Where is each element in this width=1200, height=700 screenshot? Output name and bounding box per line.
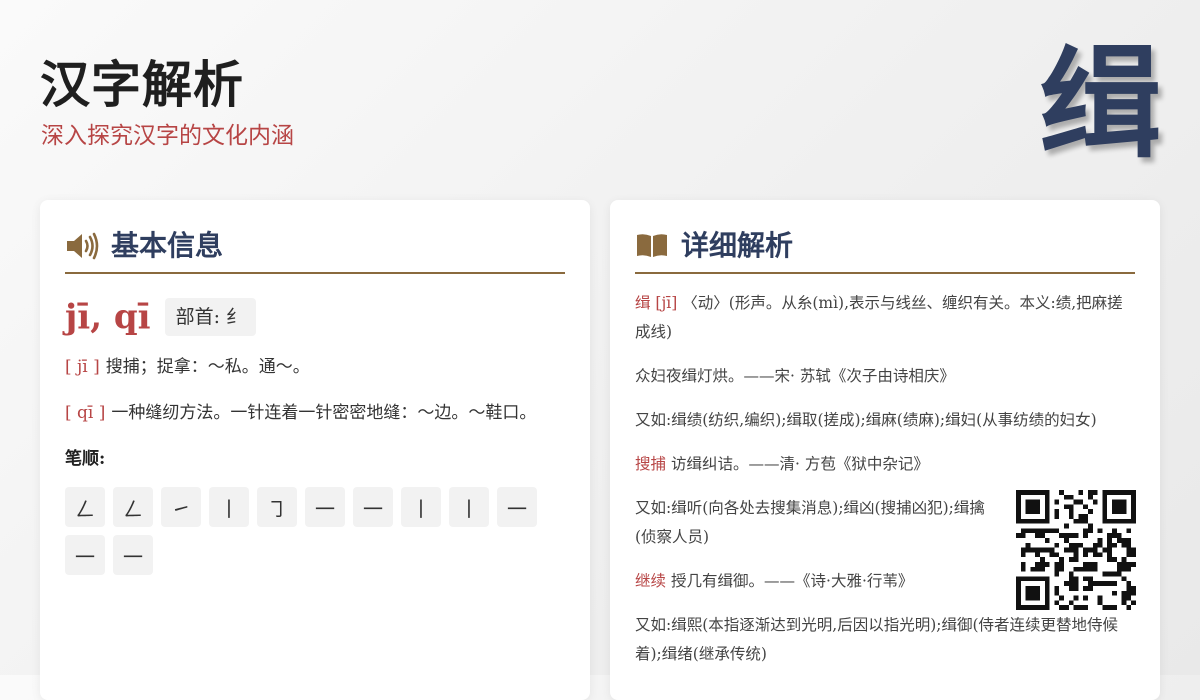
stroke-item: ㇀ [161,487,201,527]
definition-pinyin: [ qī ] [65,403,106,423]
page-subtitle: 深入探究汉字的文化内涵 [41,123,294,149]
stroke-item: ㄥ [113,487,153,527]
detail-title: 详细解析 [681,229,794,262]
detail-card: 详细解析 缉 [jī] 〈动〉(形声。从糸(mì),表示与线丝、缠织有关。本义:绩… [610,200,1160,700]
page-title: 汉字解析 [40,55,244,114]
definition-qi: [ qī ] 一种缝纫方法。一针连着一针密密地缝：～边。～鞋口。 [65,399,565,427]
detail-entry: 缉 [jī] 〈动〉(形声。从糸(mì),表示与线丝、缠织有关。本义:绩,把麻搓成… [635,289,1135,347]
detail-example: 又如:缉听(向各处去搜集消息);缉凶(搜捕凶犯);缉擒(侦察人员) [635,499,985,546]
pinyin: jī, qī [65,297,151,337]
radical-badge: 部首: 纟 [164,298,257,336]
stroke-item: 一 [353,487,393,527]
stroke-order-list: ㄥ ㄥ ㇀ 丨 ㇆ 一 一 丨 丨 一 一 一 [65,487,565,583]
stroke-item: 一 [305,487,345,527]
detail-entry: 搜捕 访缉纠诘。——清· 方苞《狱中杂记》 [635,450,1135,479]
detail-text: 授几有缉御。——《诗·大雅·行苇》 [671,572,914,590]
detail-highlight: 继续 [635,572,667,590]
basic-info-header: 基本信息 [65,228,565,274]
definition-ji: [ jī ] 搜捕；捉拿：～私。通～。 [65,353,565,381]
definition-text: 一种缝纫方法。一针连着一针密密地缝：～边。～鞋口。 [111,403,537,423]
stroke-item: 丨 [449,487,489,527]
detail-example: 又如:缉熙(本指逐渐达到光明,后因以指光明);缉御(侍者连续更替地侍候着);缉绪… [635,616,1119,663]
pinyin-row: jī, qī 部首: 纟 [65,294,565,340]
speaker-icon [65,231,101,261]
detail-highlight: 缉 [jī] [635,294,678,312]
stroke-order-label: 笔顺: [65,449,106,469]
detail-example: 又如:缉绩(纺织,编织);缉取(搓成);缉麻(绩麻);缉妇(从事纺绩的妇女) [635,411,1097,429]
detail-header: 详细解析 [635,228,1135,274]
stroke-item: 一 [497,487,537,527]
book-icon [635,231,671,261]
stroke-item: 一 [113,535,153,575]
stroke-item: ㇆ [257,487,297,527]
basic-info-card: 基本信息 jī, qī 部首: 纟 [ jī ] 搜捕；捉拿：～私。通～。 [ q… [40,200,590,700]
detail-highlight: 搜捕 [635,455,667,473]
hero-character: 缉 [1040,31,1162,175]
basic-info-title: 基本信息 [111,229,224,262]
stroke-item: 丨 [209,487,249,527]
definition-text: 搜捕；捉拿：～私。通～。 [105,357,310,377]
stroke-item: 丨 [401,487,441,527]
stroke-item: 一 [65,535,105,575]
detail-quote: 众妇夜缉灯烘。——宋· 苏轼《次子由诗相庆》 [635,367,955,385]
qr-code[interactable] [1016,490,1136,610]
detail-text: 〈动〉(形声。从糸(mì),表示与线丝、缠织有关。本义:绩,把麻搓成线) [635,294,1123,341]
definition-pinyin: [ jī ] [65,357,100,377]
stroke-item: ㄥ [65,487,105,527]
detail-text: 访缉纠诘。——清· 方苞《狱中杂记》 [671,455,929,473]
